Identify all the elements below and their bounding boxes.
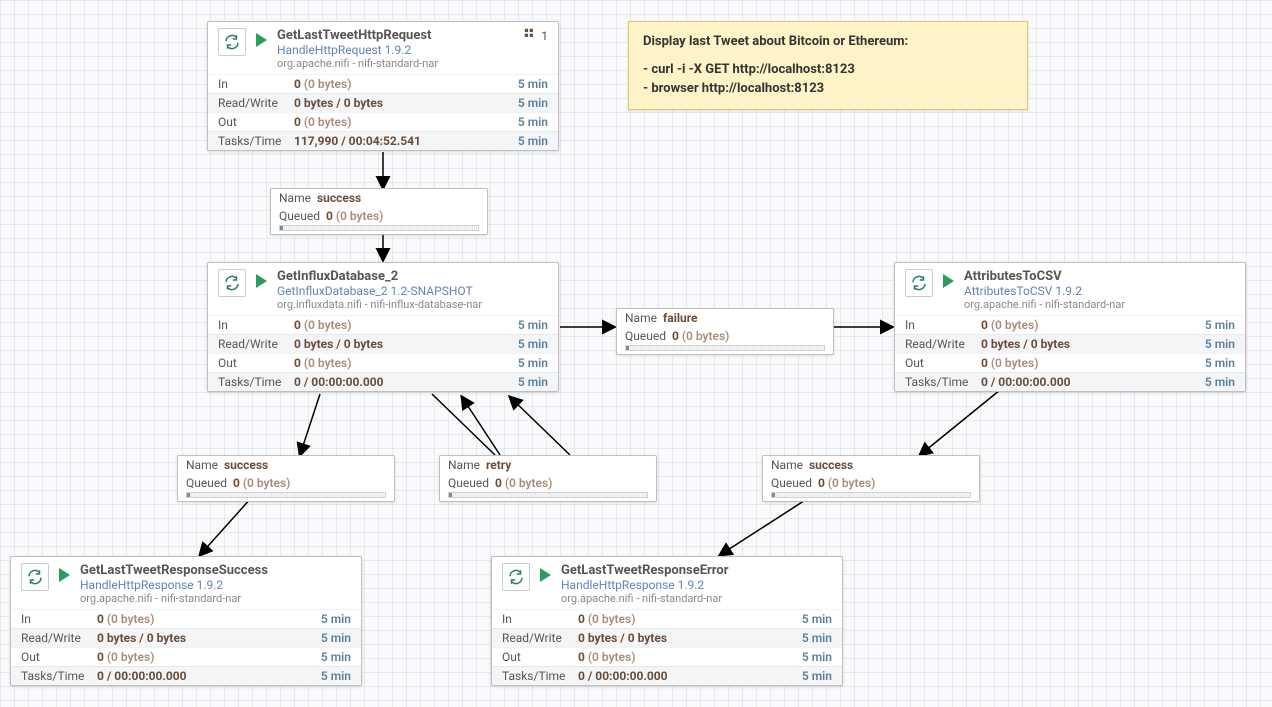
note[interactable]: Display last Tweet about Bitcoin or Ethe… xyxy=(628,21,1028,110)
stat-label-rw: Read/Write xyxy=(218,96,294,110)
queue-bar xyxy=(625,345,825,351)
connection-retry[interactable]: Nameretry Queued0 (0 bytes) xyxy=(439,455,657,502)
processor-response-success[interactable]: GetLastTweetResponseSuccess HandleHttpRe… xyxy=(10,556,362,686)
processor-bundle: org.apache.nifi - nifi-standard-nar xyxy=(80,592,351,605)
processor-icon xyxy=(218,269,246,297)
processor-bundle: org.influxdata.nifi - nifi-influx-databa… xyxy=(277,298,548,311)
processor-type: HandleHttpResponse 1.9.2 xyxy=(561,578,832,592)
connection-failure[interactable]: Namefailure Queued0 (0 bytes) xyxy=(616,308,834,355)
processor-bundle: org.apache.nifi - nifi-standard-nar xyxy=(561,592,832,605)
processor-bundle: org.apache.nifi - nifi-standard-nar xyxy=(277,57,524,70)
threads-count: 1 xyxy=(541,29,548,43)
processor-type: HandleHttpRequest 1.9.2 xyxy=(277,43,524,57)
processor-icon xyxy=(218,28,246,56)
queue-bar xyxy=(279,225,479,231)
processor-get-influx-database[interactable]: GetInfluxDatabase_2 GetInfluxDatabase_2 … xyxy=(207,262,559,392)
processor-icon xyxy=(905,269,933,297)
connection-success-1[interactable]: Namesuccess Queued0 (0 bytes) xyxy=(270,188,488,235)
processor-response-error[interactable]: GetLastTweetResponseError HandleHttpResp… xyxy=(491,556,843,686)
stat-label-in: In xyxy=(218,77,294,91)
processor-type: GetInfluxDatabase_2 1.2-SNAPSHOT xyxy=(277,284,548,298)
play-icon xyxy=(256,274,267,288)
processor-name: AttributesToCSV xyxy=(964,269,1235,284)
processor-name: GetLastTweetHttpRequest xyxy=(277,28,524,43)
queue-bar xyxy=(771,492,971,498)
processor-name: GetLastTweetResponseSuccess xyxy=(80,563,351,578)
threads-icon xyxy=(524,28,537,44)
processor-icon xyxy=(502,563,530,591)
active-threads: 1 xyxy=(524,28,548,44)
note-line: - browser http://localhost:8123 xyxy=(643,79,1013,99)
play-icon xyxy=(256,33,267,47)
connection-success-3[interactable]: Namesuccess Queued0 (0 bytes) xyxy=(762,455,980,502)
processor-attributes-to-csv[interactable]: AttributesToCSV AttributesToCSV 1.9.2 or… xyxy=(894,262,1246,392)
stat-label-out: Out xyxy=(218,115,294,129)
connection-success-2[interactable]: Namesuccess Queued0 (0 bytes) xyxy=(177,455,395,502)
queue-bar xyxy=(186,492,386,498)
processor-type: AttributesToCSV 1.9.2 xyxy=(964,284,1235,298)
stat-label-tt: Tasks/Time xyxy=(218,134,294,148)
play-icon xyxy=(59,568,70,582)
queue-bar xyxy=(448,492,648,498)
play-icon xyxy=(943,274,954,288)
processor-get-last-tweet-http-request[interactable]: GetLastTweetHttpRequest HandleHttpReques… xyxy=(207,21,559,151)
processor-name: GetInfluxDatabase_2 xyxy=(277,269,548,284)
note-line: - curl -i -X GET http://localhost:8123 xyxy=(643,60,1013,80)
processor-icon xyxy=(21,563,49,591)
processor-name: GetLastTweetResponseError xyxy=(561,563,832,578)
play-icon xyxy=(540,568,551,582)
processor-type: HandleHttpResponse 1.9.2 xyxy=(80,578,351,592)
note-title: Display last Tweet about Bitcoin or Ethe… xyxy=(643,32,1013,52)
processor-bundle: org.apache.nifi - nifi-standard-nar xyxy=(964,298,1235,311)
